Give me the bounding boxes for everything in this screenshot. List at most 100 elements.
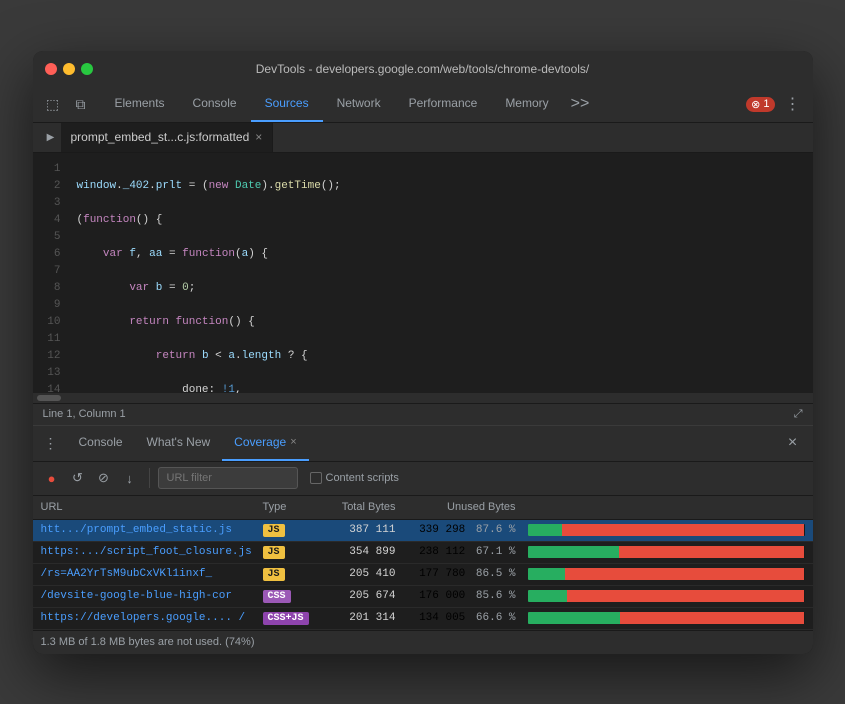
table-row[interactable]: htt.../prompt_embed_static.js JS 387 111… [33,520,813,542]
panel-close-button[interactable]: × [781,431,805,455]
panel-nav-icon[interactable]: ▶ [41,127,61,147]
col-header-url: URL [33,501,263,513]
row-bar [528,546,813,558]
type-badge: CSS+JS [263,612,309,625]
row-bar [528,612,813,624]
row-url: /devsite-google-blue-high-cor [33,590,263,602]
panel-tabs: ⋮ Console What's New Coverage × × [33,426,813,462]
traffic-lights [45,63,93,75]
row-type: CSS+JS [263,612,328,625]
col-header-unused: Unused Bytes [408,501,528,513]
minimize-button[interactable] [63,63,75,75]
more-tabs-icon[interactable]: >> [563,87,598,122]
tab-performance[interactable]: Performance [395,87,492,122]
bottom-panel: ⋮ Console What's New Coverage × × ● ↺ ⊘ … [33,425,813,654]
settings-icon[interactable]: ⋮ [781,92,805,116]
tab-elements[interactable]: Elements [101,87,179,122]
line-numbers: 1 2 3 4 5 6 7 8 9 10 11 12 13 14 15 16 [33,153,69,393]
coverage-toolbar: ● ↺ ⊘ ↓ Content scripts [33,462,813,496]
file-tab-close[interactable]: × [255,130,262,144]
coverage-tab-close[interactable]: × [290,436,296,448]
row-unused: 176 000 85.6 % [408,590,528,602]
window-title: DevTools - developers.google.com/web/too… [256,62,590,76]
row-total: 205 410 [328,568,408,580]
row-total: 387 111 [328,524,408,536]
tab-sources[interactable]: Sources [251,87,323,122]
row-type: CSS [263,590,328,603]
tab-coverage[interactable]: Coverage × [222,426,308,461]
export-button[interactable]: ↓ [119,467,141,489]
coverage-summary: 1.3 MB of 1.8 MB bytes are not used. (74… [41,636,255,648]
record-button[interactable]: ● [41,467,63,489]
content-scripts-label: Content scripts [326,472,399,484]
table-row[interactable]: https://developers.google.... / CSS+JS 2… [33,608,813,630]
error-count: 1 [763,98,769,110]
toolbar-icons: ⬚ ⧉ [41,92,93,116]
col-header-total: Total Bytes [328,501,408,513]
row-bar [528,568,813,580]
clear-button[interactable]: ⊘ [93,467,115,489]
row-unused: 177 780 86.5 % [408,568,528,580]
url-filter-input[interactable] [158,467,298,489]
reload-button[interactable]: ↺ [67,467,89,489]
type-badge: JS [263,524,285,537]
tab-network[interactable]: Network [323,87,395,122]
tab-memory[interactable]: Memory [491,87,562,122]
table-header: URL Type Total Bytes Unused Bytes [33,496,813,520]
panel-menu-icon[interactable]: ⋮ [41,433,61,453]
bar-unused [562,524,805,536]
device-icon[interactable]: ⧉ [69,92,93,116]
toolbar-divider [149,468,150,488]
code-editor: 1 2 3 4 5 6 7 8 9 10 11 12 13 14 15 16 w… [33,153,813,393]
bar-unused [567,590,804,602]
bar-used [528,612,621,624]
type-badge: CSS [263,590,291,603]
coverage-footer: 1.3 MB of 1.8 MB bytes are not used. (74… [33,630,813,654]
bar-unused [619,546,805,558]
coverage-table: htt.../prompt_embed_static.js JS 387 111… [33,520,813,630]
cursor-position: Line 1, Column 1 [43,408,126,420]
table-row[interactable]: /devsite-google-blue-high-cor CSS 205 67… [33,586,813,608]
scrollbar-thumb[interactable] [37,395,61,401]
row-unused: 134 005 66.6 % [408,612,528,624]
row-bar [528,590,813,602]
table-row[interactable]: /rs=AA2YrTsM9ubCxVKl1inxf_ JS 205 410 17… [33,564,813,586]
bar-used [528,546,619,558]
row-url: htt.../prompt_embed_static.js [33,524,263,536]
col-header-type: Type [263,501,328,513]
row-total: 205 674 [328,590,408,602]
inspect-icon[interactable]: ⬚ [41,92,65,116]
content-scripts-checkbox[interactable] [310,472,322,484]
tab-whats-new[interactable]: What's New [135,426,223,461]
row-unused: 238 112 67.1 % [408,546,528,558]
toolbar-right: ⊗ 1 ⋮ [746,92,804,116]
main-toolbar: ⬚ ⧉ Elements Console Sources Network Per… [33,87,813,123]
row-type: JS [263,546,328,559]
content-scripts-checkbox-group: Content scripts [310,472,399,484]
tab-console-bottom[interactable]: Console [67,426,135,461]
bar-used [528,590,568,602]
row-url: https://developers.google.... / [33,612,263,624]
main-nav-tabs: Elements Console Sources Network Perform… [101,87,747,122]
row-bar [528,524,813,536]
row-total: 354 899 [328,546,408,558]
file-tab-active[interactable]: prompt_embed_st...c.js:formatted × [61,123,274,152]
scrollbar-row [33,393,813,403]
file-tab-bar: ▶ prompt_embed_st...c.js:formatted × [33,123,813,153]
close-button[interactable] [45,63,57,75]
table-row[interactable]: https:.../script_foot_closure.js JS 354 … [33,542,813,564]
expand-icon[interactable]: ⤢ [794,408,803,421]
row-url: https:.../script_foot_closure.js [33,546,263,558]
tab-console[interactable]: Console [179,87,251,122]
row-total: 201 314 [328,612,408,624]
titlebar: DevTools - developers.google.com/web/too… [33,51,813,87]
bar-unused [565,568,805,580]
devtools-window: DevTools - developers.google.com/web/too… [33,51,813,654]
code-content[interactable]: window._402.prlt = (new Date).getTime();… [69,153,813,393]
row-unused: 339 298 87.6 % [408,524,528,536]
bar-used [528,524,562,536]
status-bar: Line 1, Column 1 ⤢ [33,403,813,425]
bar-unused [620,612,804,624]
maximize-button[interactable] [81,63,93,75]
bar-used [528,568,565,580]
